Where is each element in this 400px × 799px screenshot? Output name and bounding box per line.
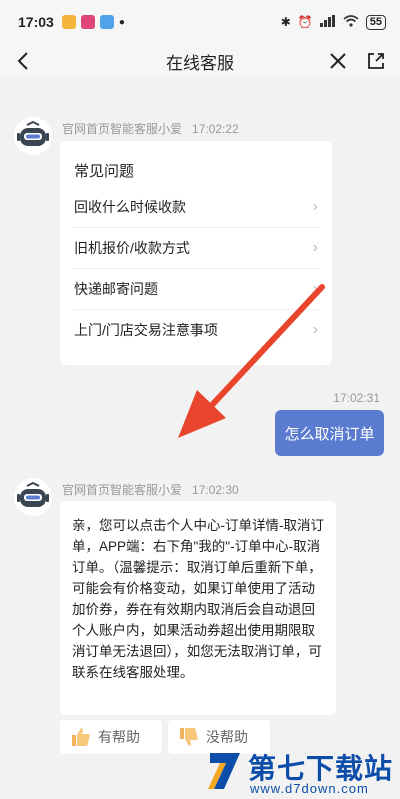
thumbs-down-icon (180, 728, 198, 746)
close-icon[interactable] (326, 49, 350, 73)
unhelpful-label: 没帮助 (206, 729, 248, 745)
chevron-right-icon: › (312, 280, 318, 297)
bot-reply-bubble: 亲，您可以点击个人中心-订单详情-取消订单，APP端：右下角"我的"-订单中心-… (60, 501, 336, 715)
status-time: 17:03 (18, 14, 54, 30)
notification-app-icon (80, 15, 95, 29)
sender-name: 官网首页智能客服小爱 (62, 122, 183, 136)
alarm-icon: ⏰ (297, 15, 313, 29)
sender-label: 官网首页智能客服小爱 17:02:30 (62, 481, 239, 498)
faq-card: 常见问题 回收什么时候收款 › 旧机报价/收款方式 › 快递邮寄问题 › 上门/… (60, 141, 332, 365)
more-notifications-icon: ● (118, 16, 125, 28)
faq-title: 常见问题 (74, 163, 135, 180)
message-time: 17:02:31 (333, 391, 380, 405)
faq-item-label: 旧机报价/收款方式 (74, 240, 190, 256)
message-time: 17:02:30 (192, 483, 239, 497)
back-icon[interactable] (12, 49, 36, 73)
faq-item[interactable]: 上门/门店交易注意事项 › (74, 310, 318, 350)
bluetooth-icon: ✱ (280, 15, 291, 29)
page-title: 在线客服 (166, 53, 234, 73)
faq-item-label: 回收什么时候收款 (74, 199, 186, 215)
chevron-right-icon: › (312, 321, 318, 338)
sender-label: 官网首页智能客服小爱 17:02:22 (62, 120, 239, 137)
faq-item-label: 快递邮寄问题 (74, 281, 158, 297)
nav-bar: 在线客服 (0, 44, 400, 78)
message-time: 17:02:22 (192, 122, 239, 136)
faq-item[interactable]: 快递邮寄问题 › (74, 269, 318, 310)
faq-item-label: 上门/门店交易注意事项 (74, 322, 218, 338)
faq-item[interactable]: 回收什么时候收款 › (74, 187, 318, 228)
helpful-button[interactable]: 有帮助 (60, 720, 162, 754)
thumbs-up-icon (72, 728, 90, 746)
robot-icon (17, 121, 49, 146)
share-icon[interactable] (364, 49, 388, 73)
status-bar: 17:03 ● ✱ ⏰ 55 (0, 0, 400, 44)
notification-app-icon (61, 15, 76, 29)
user-message-bubble: 怎么取消订单 (275, 410, 384, 456)
sender-name: 官网首页智能客服小爱 (62, 483, 183, 497)
watermark: 第七下载站 www.d7down.com (204, 745, 400, 799)
signal-icon (319, 14, 336, 30)
chevron-right-icon: › (312, 239, 318, 256)
helpful-label: 有帮助 (98, 729, 140, 745)
notification-app-icon (99, 15, 114, 29)
bot-avatar (14, 117, 52, 155)
robot-icon (17, 482, 49, 507)
status-icons: ✱ ⏰ 55 (280, 14, 386, 30)
wifi-icon (343, 14, 359, 30)
battery-icon: 55 (365, 14, 386, 30)
bot-avatar (14, 478, 52, 516)
faq-item[interactable]: 旧机报价/收款方式 › (74, 228, 318, 269)
watermark-logo-icon (208, 753, 240, 789)
chevron-right-icon: › (312, 198, 318, 215)
watermark-url: www.d7down.com (250, 781, 369, 796)
